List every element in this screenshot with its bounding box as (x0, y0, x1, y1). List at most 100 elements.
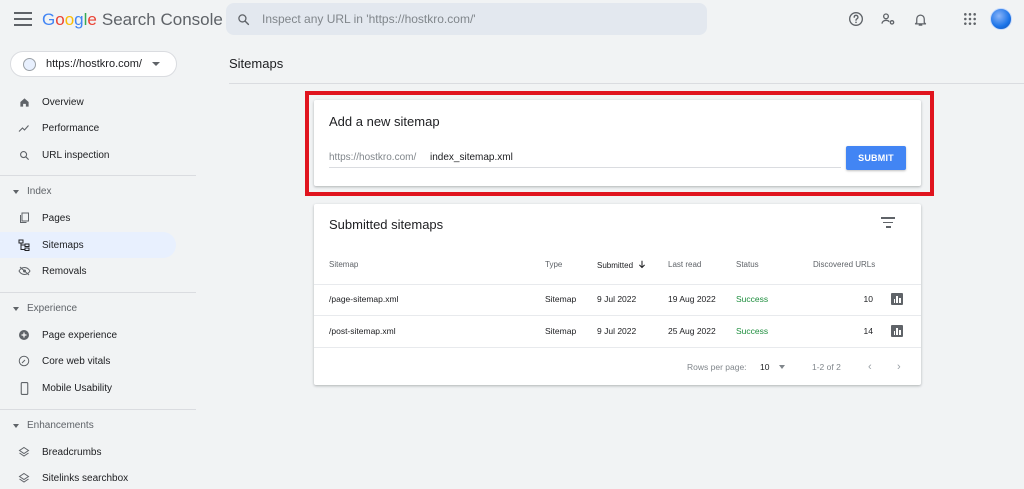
title-divider (229, 83, 1024, 84)
sidebar-item-label: Mobile Usability (42, 382, 113, 394)
column-header-status[interactable]: Status (736, 260, 759, 269)
bar-chart-icon[interactable] (891, 293, 903, 305)
phone-icon (17, 381, 31, 395)
submitted-sitemaps-card: Submitted sitemaps Sitemap Type Submitte… (314, 204, 921, 385)
chevron-down-icon (152, 62, 160, 66)
layers-icon (17, 445, 31, 459)
column-header-submitted[interactable]: Submitted (597, 260, 646, 270)
sidebar-item-mobile-usability[interactable]: Mobile Usability (0, 375, 176, 401)
section-label: Experience (27, 303, 78, 314)
chevron-down-icon[interactable] (779, 365, 785, 369)
input-underline (329, 167, 841, 168)
sidebar-item-url-inspection[interactable]: URL inspection (0, 142, 176, 168)
card-title: Add a new sitemap (329, 114, 440, 129)
logo-letter: e (87, 10, 97, 29)
sidebar-item-label: Sitelinks searchbox (42, 472, 129, 484)
sidebar-item-label: Pages (42, 212, 71, 224)
sidebar-item-label: URL inspection (42, 149, 110, 161)
home-icon (17, 95, 31, 109)
sidebar-divider (0, 175, 196, 176)
cell-type: Sitemap (545, 294, 577, 304)
sidebar-item-label: Sitemaps (42, 239, 84, 251)
property-selector[interactable]: https://hostkro.com/ (10, 51, 177, 77)
cell-status: Success (736, 326, 769, 336)
section-experience[interactable]: Experience (13, 303, 77, 314)
search-icon (238, 13, 250, 25)
cell-discovered-urls: 10 (863, 294, 873, 304)
layers-icon (17, 471, 31, 485)
property-url: https://hostkro.com/ (46, 58, 142, 70)
apps-grid-icon[interactable] (960, 9, 980, 29)
filter-icon[interactable] (881, 217, 895, 229)
url-inspection-search[interactable] (226, 3, 707, 35)
gauge-icon (17, 354, 31, 368)
search-input[interactable] (262, 12, 682, 26)
logo-letter: o (64, 10, 75, 29)
column-header-type[interactable]: Type (545, 260, 562, 269)
column-header-discovered-urls[interactable]: Discovered URLs (813, 260, 875, 269)
cell-submitted: 9 Jul 2022 (597, 294, 637, 304)
column-header-last-read[interactable]: Last read (668, 260, 701, 269)
notifications-icon[interactable] (910, 9, 930, 29)
sidebar-item-sitelinks-searchbox[interactable]: Sitelinks searchbox (0, 465, 176, 489)
sidebar-item-label: Overview (42, 96, 84, 108)
trend-icon (17, 121, 31, 135)
pages-icon (17, 211, 31, 225)
cell-sitemap[interactable]: /page-sitemap.xml (329, 294, 398, 304)
logo-letter: G (42, 10, 56, 29)
sidebar-item-core-web-vitals[interactable]: Core web vitals (0, 348, 176, 374)
bar-chart-icon[interactable] (891, 325, 903, 337)
add-sitemap-card: Add a new sitemap https://hostkro.com/ S… (314, 100, 921, 186)
section-enhancements[interactable]: Enhancements (13, 420, 94, 431)
sidebar-item-label: Core web vitals (42, 355, 111, 367)
card-title: Submitted sitemaps (329, 217, 444, 232)
sidebar-item-sitemaps[interactable]: Sitemaps (0, 232, 176, 258)
chevron-right-icon[interactable]: › (897, 361, 901, 373)
row-divider (314, 347, 921, 348)
app-logo[interactable]: Google Search Console (42, 10, 223, 30)
column-header-label: Submitted (597, 261, 634, 270)
sidebar-item-breadcrumbs[interactable]: Breadcrumbs (0, 439, 176, 465)
submit-button[interactable]: SUBMIT (846, 146, 906, 170)
sidebar-item-performance[interactable]: Performance (0, 115, 176, 141)
column-header-sitemap[interactable]: Sitemap (329, 260, 358, 269)
product-name: Search Console (101, 10, 223, 29)
property-icon (23, 57, 36, 71)
chevron-left-icon[interactable]: ‹ (868, 361, 872, 373)
rows-per-page-select[interactable]: 10 (760, 362, 769, 372)
google-wordmark: Google (42, 10, 97, 30)
collapse-triangle-icon (13, 423, 19, 428)
sidebar-item-page-experience[interactable]: Page experience (0, 322, 176, 348)
account-avatar[interactable] (990, 8, 1012, 30)
sitemap-url-input[interactable] (430, 149, 842, 166)
section-index[interactable]: Index (13, 186, 51, 197)
sidebar-item-pages[interactable]: Pages (0, 205, 176, 231)
sidebar-divider (0, 409, 196, 410)
row-divider (314, 284, 921, 285)
cell-submitted: 9 Jul 2022 (597, 326, 637, 336)
menu-icon[interactable] (14, 12, 32, 26)
sidebar-item-label: Page experience (42, 329, 118, 341)
cell-last-read: 19 Aug 2022 (668, 294, 716, 304)
section-label: Enhancements (27, 420, 94, 431)
logo-letter: o (55, 10, 65, 29)
sidebar-divider (0, 292, 196, 293)
sitemap-icon (17, 238, 31, 252)
pagination-range: 1-2 of 2 (812, 362, 841, 372)
sidebar-item-removals[interactable]: Removals (0, 258, 176, 284)
plus-circle-icon (17, 328, 31, 342)
help-icon[interactable] (846, 9, 866, 29)
sidebar-item-label: Performance (42, 122, 100, 134)
cell-sitemap[interactable]: /post-sitemap.xml (329, 326, 396, 336)
logo-letter: g (74, 10, 84, 29)
manage-users-icon[interactable] (878, 9, 898, 29)
rows-per-page-label: Rows per page: (687, 362, 747, 372)
row-divider (314, 315, 921, 316)
cell-type: Sitemap (545, 326, 577, 336)
cell-discovered-urls: 14 (863, 326, 873, 336)
sidebar-item-overview[interactable]: Overview (0, 89, 176, 115)
removals-icon (17, 264, 31, 278)
sitemap-url-prefix: https://hostkro.com/ (329, 152, 417, 163)
page-title: Sitemaps (229, 56, 284, 71)
collapse-triangle-icon (13, 306, 19, 311)
